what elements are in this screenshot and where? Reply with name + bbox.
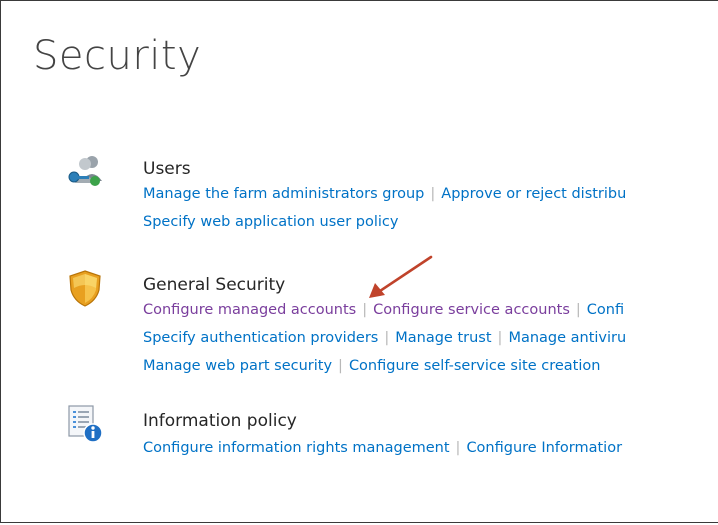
configure-truncated-link[interactable]: Confi [587, 302, 624, 318]
annotation-arrow-icon [369, 255, 433, 298]
link-separator: | [575, 302, 581, 318]
general-security-links-line-2: Specify authentication providers | Manage … [143, 328, 626, 348]
page-title: Security [33, 33, 202, 79]
manage-antivirus-link[interactable]: Manage antiviru [508, 330, 626, 346]
link-separator: | [338, 358, 343, 374]
configure-self-service-site-creation-link[interactable]: Configure self-service site creation [349, 358, 600, 374]
information-policy-heading[interactable]: Information policy [143, 411, 297, 431]
users-links-line-2: Specify web application user policy [143, 212, 398, 232]
configure-irm-link[interactable]: Configure information rights management [143, 440, 450, 456]
screenshot-frame: Security Users Manage the farm administr… [0, 0, 718, 523]
configure-information-management-link[interactable]: Configure Informatior [466, 440, 622, 456]
information-policy-links-line-1: Configure information rights management |… [143, 438, 622, 458]
manage-farm-administrators-link[interactable]: Manage the farm administrators group [143, 186, 424, 202]
manage-trust-link[interactable]: Manage trust [395, 330, 491, 346]
general-security-heading[interactable]: General Security [143, 275, 285, 295]
link-separator: | [384, 330, 390, 346]
general-security-links-line-3: Manage web part security | Configure self-… [143, 356, 600, 376]
users-heading[interactable]: Users [143, 159, 191, 179]
configure-managed-accounts-link[interactable]: Configure managed accounts [143, 302, 356, 318]
manage-web-part-security-link[interactable]: Manage web part security [143, 358, 332, 374]
configure-service-accounts-link[interactable]: Configure service accounts [373, 302, 570, 318]
link-separator: | [497, 330, 503, 346]
document-info-icon [68, 405, 103, 443]
link-separator: | [362, 302, 368, 318]
general-security-links-line-1: Configure managed accounts | Configure ser… [143, 300, 624, 320]
link-separator: | [430, 186, 436, 202]
users-links-line-1: Manage the farm administrators group | App… [143, 184, 626, 204]
approve-reject-distribution-link[interactable]: Approve or reject distribu [441, 186, 626, 202]
users-key-icon [68, 156, 102, 186]
link-separator: | [455, 440, 461, 456]
shield-icon [69, 270, 101, 307]
specify-authentication-providers-link[interactable]: Specify authentication providers [143, 330, 378, 346]
specify-web-app-user-policy-link[interactable]: Specify web application user policy [143, 214, 398, 230]
